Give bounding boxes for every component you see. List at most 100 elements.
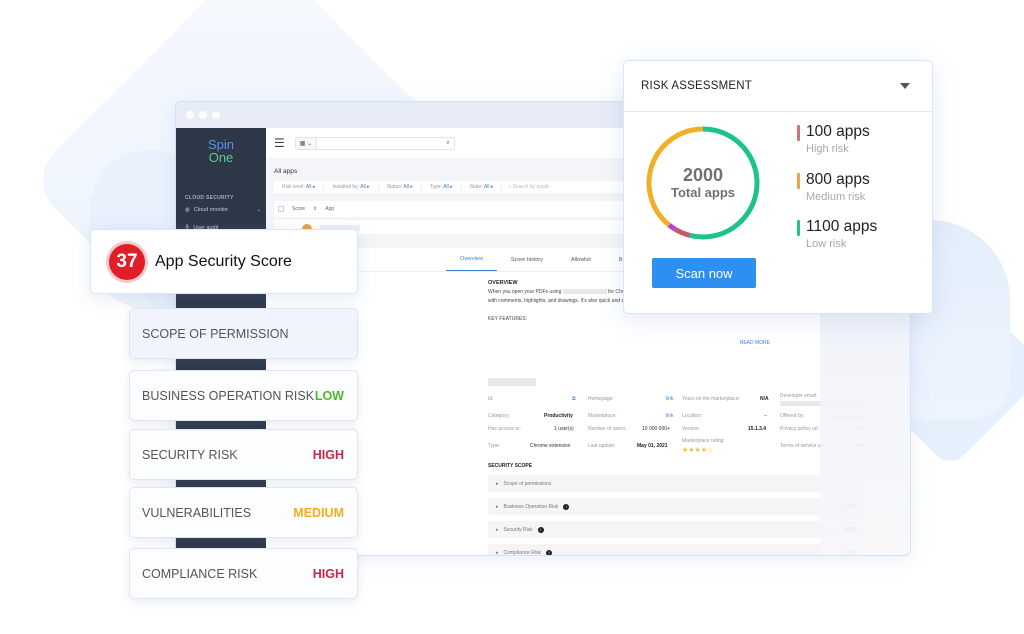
search-icon[interactable]: ⌕ xyxy=(446,140,453,147)
scope-row-label: Security Risk xyxy=(503,526,533,533)
spinone-logo[interactable]: Spin One xyxy=(176,128,266,164)
filter-type[interactable]: Type: All ▸ xyxy=(422,184,462,190)
field-has-access: Has access to: 1 user(s) xyxy=(488,426,574,432)
field-value: Productivity xyxy=(544,413,573,419)
filter-value: All ▸ xyxy=(443,184,453,190)
legend-label: Medium risk xyxy=(806,191,866,203)
sidebar-item-cloud-monitor[interactable]: ◍ Cloud monitor ⌄ xyxy=(185,207,261,213)
tab-score-history[interactable]: Score history xyxy=(497,249,557,271)
overview-text: When you open your PDFs using xyxy=(488,289,562,295)
field-value: May 01, 2021 xyxy=(637,443,668,449)
field-type: Type: Chrome extension xyxy=(488,443,571,449)
field-id: Id: ⧉ xyxy=(488,396,576,402)
legend-high-risk: 100 apps High risk xyxy=(797,123,870,156)
globe-icon: ◍ xyxy=(185,207,190,213)
legend-color-bar xyxy=(797,220,800,236)
risk-card-label: SCOPE OF PERMISSION xyxy=(142,326,289,341)
app-search-input[interactable]: ⌕ Search by applic xyxy=(502,184,549,190)
field-label: Id: xyxy=(488,396,494,402)
field-category: Category: Productivity xyxy=(488,413,573,419)
chevron-down-icon: ⌄ xyxy=(256,207,261,213)
window-minimize-dot[interactable] xyxy=(199,111,207,119)
field-label: Category: xyxy=(488,413,510,419)
field-label: Terms of service url: xyxy=(780,443,825,449)
risk-card-label: BUSINESS OPERATION RISK xyxy=(142,388,315,403)
window-maximize-dot[interactable] xyxy=(212,111,220,119)
sidebar-item-label: Cloud monitor xyxy=(193,207,229,213)
field-marketplace-rating: Markerplace rating: ★★★★☆ xyxy=(682,438,725,454)
scope-row-compliance[interactable]: ▸ Compliance Risk i LOW xyxy=(488,544,864,556)
copy-icon[interactable]: ⧉ xyxy=(572,396,576,402)
donut-center: 2000 Total apps xyxy=(644,124,762,242)
scope-row-permissions[interactable]: ▸ Scope of permissions xyxy=(488,475,864,492)
scope-row-label: Scope of permissions xyxy=(503,480,552,487)
scan-now-button[interactable]: Scan now xyxy=(652,258,756,288)
select-all-checkbox[interactable] xyxy=(278,206,284,212)
filter-label: Status: xyxy=(386,184,403,190)
security-score-label: App Security Score xyxy=(155,252,292,270)
field-label: Homepage: xyxy=(588,396,614,402)
star-rating: ★★★★☆ xyxy=(682,447,714,454)
legend-label: Low risk xyxy=(806,238,847,250)
filter-label: Risk level: xyxy=(282,184,305,190)
homepage-link[interactable]: link xyxy=(666,396,674,402)
risk-card-security[interactable]: SECURITY RISK HIGH xyxy=(129,429,358,480)
field-label: Markerplace rating: xyxy=(682,438,725,444)
total-apps-count: 2000 xyxy=(682,165,724,185)
scope-row-business-operation[interactable]: ▸ Business Operation Risk i LOW xyxy=(488,498,864,515)
global-search[interactable]: ▦ ⌄ ⌕ xyxy=(294,136,455,150)
risk-card-compliance[interactable]: COMPLIANCE RISK HIGH xyxy=(129,548,358,599)
legend-low-risk: 1100 apps Low risk xyxy=(797,218,877,251)
window-close-dot[interactable] xyxy=(186,111,194,119)
scope-row-security[interactable]: ▸ Security Risk i HIGH xyxy=(488,521,864,538)
app-security-score-card: 37 App Security Score xyxy=(90,229,358,294)
caret-right-icon: ▸ xyxy=(496,549,499,556)
tab-allowlist[interactable]: Allowlist xyxy=(557,249,605,271)
caret-right-icon: ▸ xyxy=(496,503,499,510)
caret-right-icon: ▸ xyxy=(496,526,499,533)
read-more-link[interactable]: READ MORE xyxy=(740,340,770,346)
scope-row-label: Compliance Risk xyxy=(503,549,542,556)
field-homepage: Homepage: link xyxy=(588,396,674,402)
app-title-placeholder xyxy=(488,378,536,386)
risk-card-business-operation[interactable]: BUSINESS OPERATION RISK LOW xyxy=(129,370,358,421)
caret-down-icon[interactable] xyxy=(900,83,910,89)
tab-overview[interactable]: Overview xyxy=(446,248,497,271)
legend-color-bar xyxy=(797,173,800,189)
filter-value: All ▸ xyxy=(403,184,413,190)
field-developer-email: Developer email: xyxy=(780,393,862,406)
filter-value: All ▸ xyxy=(360,184,370,190)
filter-status[interactable]: Status: All ▸ xyxy=(379,184,422,190)
sort-icon[interactable]: ⇕ xyxy=(313,206,317,212)
filter-installed-by[interactable]: Installed by: All ▸ xyxy=(324,184,379,190)
field-terms-of-service: Terms of service url:link xyxy=(780,443,866,449)
grid-selector-icon[interactable]: ▦ ⌄ xyxy=(295,137,318,149)
marketplace-link[interactable]: link xyxy=(666,413,674,419)
filter-risk-level[interactable]: Risk level: All ▸ xyxy=(274,184,325,190)
risk-card-label: COMPLIANCE RISK xyxy=(142,566,258,581)
risk-assessment-header[interactable]: RISK ASSESSMENT xyxy=(624,61,932,112)
filter-state[interactable]: State: All ▸ xyxy=(462,184,503,190)
filter-value: All ▸ xyxy=(483,184,494,190)
field-label: Marketplace: xyxy=(588,413,617,419)
legend-label: High risk xyxy=(806,143,849,155)
info-icon[interactable]: i xyxy=(563,503,570,510)
risk-card-scope-of-permission[interactable]: SCOPE OF PERMISSION xyxy=(129,308,358,359)
risk-card-label: SECURITY RISK xyxy=(142,447,238,462)
field-value: 15.1.3.4 xyxy=(748,426,767,432)
column-header-score[interactable]: Score xyxy=(292,206,305,212)
risk-assessment-title: RISK ASSESSMENT xyxy=(641,80,753,92)
info-icon[interactable]: i xyxy=(537,526,544,533)
field-value: -- xyxy=(764,413,768,419)
risk-card-vulnerabilities[interactable]: VULNERABILITIES MEDIUM xyxy=(129,487,358,538)
field-value: 1 user(s) xyxy=(554,426,574,432)
filter-label: Type: xyxy=(429,184,443,190)
field-label: Has access to: xyxy=(488,426,521,432)
hamburger-menu-icon[interactable]: ☰ xyxy=(274,136,285,150)
column-header-app[interactable]: App xyxy=(325,206,334,212)
field-value: Chrome extension xyxy=(530,443,571,449)
risk-level-high: HIGH xyxy=(312,566,344,581)
info-icon[interactable]: i xyxy=(546,549,553,555)
legend-count: 800 apps xyxy=(806,171,870,188)
field-value: 10 000 000+ xyxy=(642,426,670,432)
